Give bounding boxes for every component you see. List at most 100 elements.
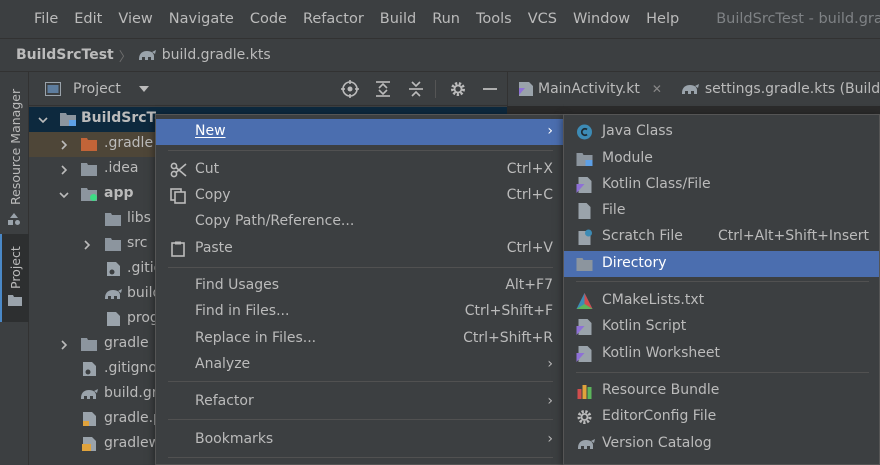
copy-icon (170, 188, 186, 204)
expand-all-icon[interactable] (374, 80, 392, 98)
tree-node-label: build.gr (104, 385, 158, 401)
chevron-right-icon: › (547, 431, 553, 447)
tree-node-label: gradle.p (104, 410, 162, 426)
chevron-right-icon[interactable] (59, 165, 69, 175)
menu-shortcut: Ctrl+C (506, 187, 553, 203)
submenu-item-java-class[interactable]: Java Class (564, 119, 879, 145)
close-icon[interactable]: ✕ (652, 82, 662, 96)
project-tab[interactable]: Project (0, 234, 29, 322)
menu-shortcut: Alt+F7 (505, 277, 553, 293)
tree-node-label: app (104, 185, 134, 201)
menu-shortcut: Ctrl+Shift+R (463, 330, 553, 346)
menu-item-label: Version Catalog (602, 435, 712, 451)
menu-item-find-in-files[interactable]: Find in Files... Ctrl+Shift+F (156, 299, 563, 325)
submenu-item-kotlin-script[interactable]: Kotlin Script (564, 314, 879, 340)
menu-separator (576, 372, 869, 373)
menu-run[interactable]: Run (432, 11, 460, 27)
menu-shortcut: Ctrl+Alt+Shift+Insert (717, 228, 869, 244)
menu-item-label: Find in Files... (195, 303, 290, 319)
breadcrumb: BuildSrcTest 〉 build.gradle.kts (0, 38, 880, 72)
menu-separator (168, 381, 553, 382)
minimize-icon[interactable] (481, 80, 499, 98)
submenu-item-version-catalog[interactable]: Version Catalog (564, 431, 879, 457)
menu-tools[interactable]: Tools (476, 11, 512, 27)
breadcrumb-file[interactable]: build.gradle.kts (162, 47, 271, 63)
menu-item-label: Analyze (195, 356, 251, 372)
menu-window[interactable]: Window (573, 11, 630, 27)
editor-tab-settings-gradle[interactable]: settings.gradle.kts (BuildSrc (680, 81, 880, 97)
gear-icon (577, 410, 592, 424)
submenu-item-file[interactable]: File (564, 198, 879, 224)
resource-bundle-icon (577, 385, 592, 399)
menu-item-label: Kotlin Worksheet (602, 345, 720, 361)
tree-node-label: .gitigno (104, 360, 157, 376)
locate-file-icon[interactable] (341, 80, 359, 98)
collapse-all-icon[interactable] (407, 80, 425, 98)
menu-code[interactable]: Code (250, 11, 287, 27)
menu-shortcut: Ctrl+Shift+F (464, 303, 553, 319)
submenu-item-cmakelists[interactable]: CMakeLists.txt (564, 288, 879, 314)
project-view-selector[interactable]: Project (73, 81, 121, 97)
submenu-item-editorconfig[interactable]: EditorConfig File (564, 404, 879, 430)
menu-build[interactable]: Build (380, 11, 416, 27)
gradle-elephant-icon (681, 84, 699, 94)
gear-icon[interactable] (449, 80, 467, 98)
menu-vcs[interactable]: VCS (528, 11, 557, 27)
text-file-icon (107, 312, 120, 326)
folder-icon (576, 258, 593, 271)
submenu-item-kotlin-class[interactable]: Kotlin Class/File (564, 172, 879, 198)
menu-item-bookmarks[interactable]: Bookmarks › (156, 427, 563, 453)
menu-item-replace-in-files[interactable]: Replace in Files... Ctrl+Shift+R (156, 326, 563, 352)
editor-tab-mainactivity[interactable]: MainActivity.kt ✕ (518, 81, 662, 97)
menu-item-refactor[interactable]: Refactor › (156, 389, 563, 415)
menu-item-label: Replace in Files... (195, 330, 317, 346)
menu-item-find-usages[interactable]: Find Usages Alt+F7 (156, 273, 563, 299)
breadcrumb-project[interactable]: BuildSrcTest (16, 47, 114, 63)
menu-help[interactable]: Help (646, 11, 679, 27)
menu-separator (168, 150, 553, 151)
main-menu-bar: File Edit View Navigate Code Refactor Bu… (0, 0, 880, 38)
resource-manager-tab-label: Resource Manager (8, 88, 23, 205)
tree-node-label: gradle (104, 335, 149, 351)
menu-item-label: Cut (195, 161, 220, 177)
java-class-icon (577, 124, 592, 140)
left-tool-window-strip: Resource Manager Project (0, 72, 29, 465)
menu-navigate[interactable]: Navigate (169, 11, 234, 27)
kotlin-worksheet-icon (576, 346, 592, 362)
menu-item-label: File (602, 202, 626, 218)
folder-icon (105, 213, 121, 226)
chevron-right-icon: › (547, 356, 553, 372)
clipboard-icon (171, 241, 185, 257)
chevron-down-icon[interactable] (38, 115, 48, 125)
chevron-right-icon[interactable] (59, 140, 69, 150)
chevron-down-icon[interactable] (138, 85, 149, 92)
menu-item-label: Find Usages (195, 277, 280, 293)
resource-manager-tab[interactable]: Resource Manager (0, 82, 29, 232)
menu-item-analyze[interactable]: Analyze › (156, 352, 563, 378)
module-icon (576, 153, 593, 166)
kotlin-file-icon (576, 177, 592, 193)
excluded-folder-icon (81, 138, 97, 151)
menu-refactor[interactable]: Refactor (303, 11, 364, 27)
menu-item-copy[interactable]: Copy Ctrl+C (156, 183, 563, 209)
submenu-item-module[interactable]: Module (564, 146, 879, 172)
menu-edit[interactable]: Edit (74, 11, 102, 27)
menu-file[interactable]: File (34, 11, 58, 27)
chevron-right-icon[interactable] (82, 240, 92, 250)
menu-item-label: Refactor (195, 393, 254, 409)
menu-item-new[interactable]: New › (156, 119, 563, 145)
menu-item-paste[interactable]: Paste Ctrl+V (156, 236, 563, 262)
chevron-right-icon[interactable] (59, 340, 69, 350)
file-icon (578, 203, 591, 219)
gitignore-file-icon (83, 362, 96, 376)
menu-item-copy-path[interactable]: Copy Path/Reference... (156, 209, 563, 235)
menu-item-label: Scratch File (602, 228, 683, 244)
submenu-item-directory[interactable]: Directory (564, 251, 879, 277)
chevron-down-icon[interactable] (59, 190, 69, 200)
menu-item-cut[interactable]: Cut Ctrl+X (156, 157, 563, 183)
menu-item-label: Java Class (602, 123, 673, 139)
submenu-item-scratch-file[interactable]: Scratch File Ctrl+Alt+Shift+Insert (564, 224, 879, 250)
submenu-item-resource-bundle[interactable]: Resource Bundle (564, 378, 879, 404)
menu-view[interactable]: View (118, 11, 152, 27)
submenu-item-kotlin-worksheet[interactable]: Kotlin Worksheet (564, 341, 879, 367)
